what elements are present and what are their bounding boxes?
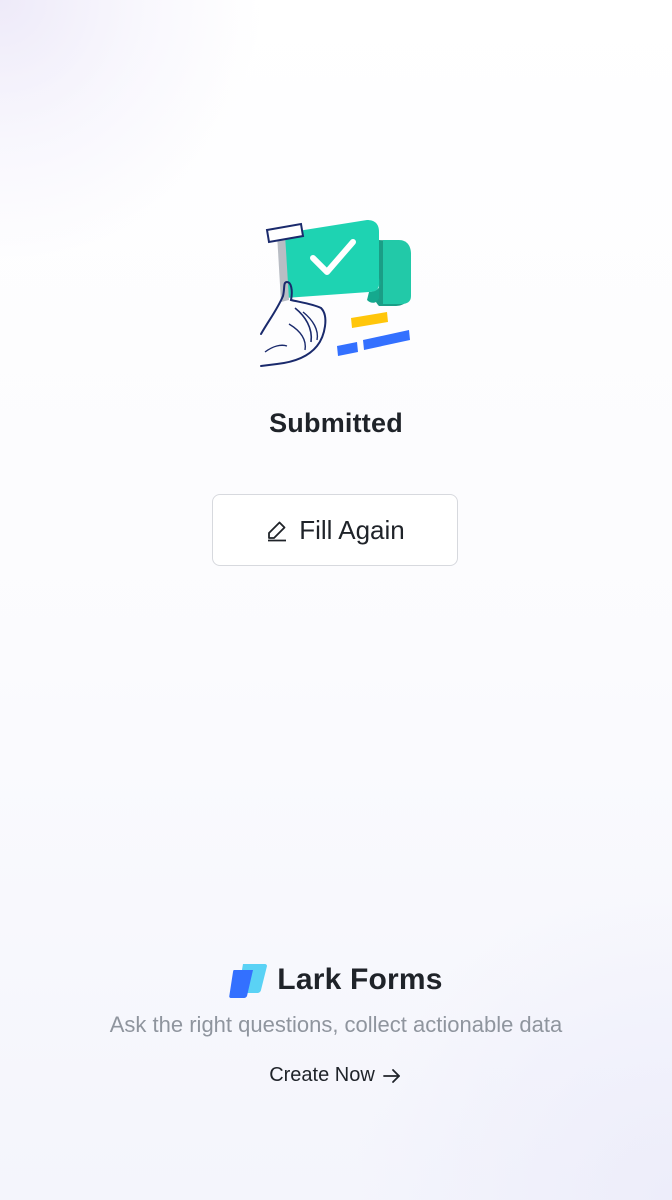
create-now-label: Create Now <box>269 1064 375 1086</box>
brand-tagline: Ask the right questions, collect actiona… <box>109 1012 563 1037</box>
arrow-right-icon <box>381 1065 403 1087</box>
edit-pencil-icon <box>265 518 289 542</box>
create-now-link[interactable]: Create Now <box>0 1064 672 1087</box>
fill-again-button[interactable]: Fill Again <box>212 494 458 566</box>
flag-checkmark-icon <box>260 220 411 367</box>
brand-name: Lark Forms <box>277 963 443 996</box>
fill-again-label: Fill Again <box>299 514 405 545</box>
submitted-illustration <box>255 212 415 372</box>
lark-forms-logo-icon <box>229 962 268 998</box>
page-title: Submitted <box>269 408 403 438</box>
brand: Lark Forms <box>0 962 672 998</box>
